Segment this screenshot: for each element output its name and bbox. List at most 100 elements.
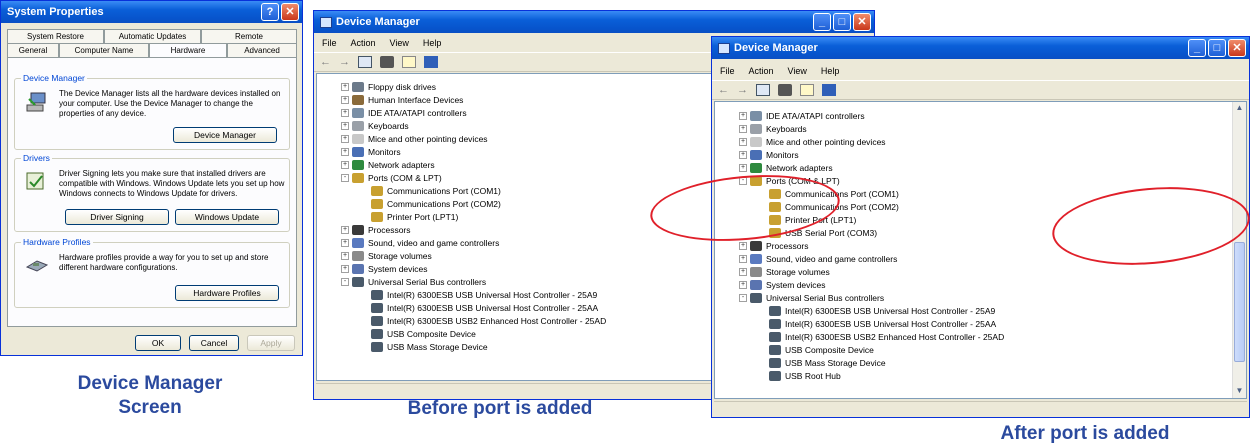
tree-row[interactable]: + Sound, video and game controllers bbox=[341, 236, 499, 249]
forward-arrow-icon[interactable]: → bbox=[339, 56, 350, 68]
tree-row[interactable]: + Monitors bbox=[341, 145, 401, 158]
collapse-icon[interactable]: - bbox=[341, 277, 349, 286]
tree-row[interactable]: + Keyboards bbox=[341, 119, 409, 132]
maximize-button[interactable]: □ bbox=[1208, 39, 1226, 57]
tree-row[interactable]: + Processors bbox=[739, 239, 809, 252]
menu-help[interactable]: Help bbox=[423, 38, 442, 48]
tree-row[interactable]: + System devices bbox=[739, 278, 826, 291]
expand-icon[interactable]: + bbox=[739, 124, 747, 133]
minimize-button[interactable]: _ bbox=[1188, 39, 1206, 57]
expand-icon[interactable]: + bbox=[739, 254, 747, 263]
tree-row[interactable]: Communications Port (COM2) bbox=[371, 197, 501, 210]
menu-action[interactable]: Action bbox=[749, 66, 774, 76]
expand-icon[interactable]: + bbox=[341, 147, 349, 156]
tree-row[interactable]: Intel(R) 6300ESB USB2 Enhanced Host Cont… bbox=[769, 330, 1004, 343]
tree-row[interactable]: Intel(R) 6300ESB USB Universal Host Cont… bbox=[769, 304, 995, 317]
back-arrow-icon[interactable]: ← bbox=[718, 84, 729, 96]
menu-view[interactable]: View bbox=[390, 38, 409, 48]
tab-automatic-updates[interactable]: Automatic Updates bbox=[104, 29, 201, 43]
driver-signing-button[interactable]: Driver Signing bbox=[65, 209, 169, 225]
tree-row[interactable]: + Monitors bbox=[739, 148, 799, 161]
close-button[interactable]: ✕ bbox=[1228, 39, 1246, 57]
tree-row[interactable]: Intel(R) 6300ESB USB2 Enhanced Host Cont… bbox=[371, 314, 606, 327]
tab-general[interactable]: General bbox=[7, 43, 59, 57]
tree-row[interactable]: + Storage volumes bbox=[739, 265, 830, 278]
tree-row[interactable]: + Network adapters bbox=[739, 161, 833, 174]
scrollbar-thumb[interactable] bbox=[1234, 242, 1245, 362]
print-icon[interactable] bbox=[778, 84, 792, 96]
expand-icon[interactable]: + bbox=[341, 95, 349, 104]
sysprops-titlebar[interactable]: System Properties ? ✕ bbox=[1, 1, 302, 23]
expand-icon[interactable]: + bbox=[341, 251, 349, 260]
dm-after-titlebar[interactable]: Device Manager _ □ ✕ bbox=[712, 37, 1249, 59]
tree-row[interactable]: + IDE ATA/ATAPI controllers bbox=[341, 106, 467, 119]
tree-row[interactable]: + Mice and other pointing devices bbox=[341, 132, 488, 145]
tab-advanced[interactable]: Advanced bbox=[227, 43, 297, 57]
tree-row[interactable]: - Ports (COM & LPT) bbox=[341, 171, 442, 184]
tree-row[interactable]: USB Mass Storage Device bbox=[769, 356, 886, 369]
maximize-button[interactable]: □ bbox=[833, 13, 851, 31]
tree-row[interactable]: Printer Port (LPT1) bbox=[371, 210, 458, 223]
dm-before-titlebar[interactable]: Device Manager _ □ ✕ bbox=[314, 11, 874, 33]
tree-row[interactable]: + Network adapters bbox=[341, 158, 435, 171]
tree-row[interactable]: Intel(R) 6300ESB USB Universal Host Cont… bbox=[371, 288, 597, 301]
menu-action[interactable]: Action bbox=[351, 38, 376, 48]
scroll-down-icon[interactable]: ▼ bbox=[1234, 386, 1245, 397]
expand-icon[interactable]: + bbox=[341, 108, 349, 117]
expand-icon[interactable]: + bbox=[341, 160, 349, 169]
tree-row[interactable]: USB Root Hub bbox=[769, 369, 841, 382]
help-button[interactable]: ? bbox=[261, 3, 279, 21]
tree-row[interactable]: - Universal Serial Bus controllers bbox=[739, 291, 884, 304]
tree-row[interactable]: USB Composite Device bbox=[769, 343, 874, 356]
tree-row[interactable]: + Floppy disk drives bbox=[341, 80, 436, 93]
tree-row[interactable]: Intel(R) 6300ESB USB Universal Host Cont… bbox=[769, 317, 996, 330]
menu-file[interactable]: File bbox=[720, 66, 735, 76]
expand-icon[interactable]: + bbox=[341, 225, 349, 234]
tree-row[interactable]: + Human Interface Devices bbox=[341, 93, 463, 106]
tree-row[interactable]: Intel(R) 6300ESB USB Universal Host Cont… bbox=[371, 301, 598, 314]
tree-row[interactable]: + Mice and other pointing devices bbox=[739, 135, 886, 148]
expand-icon[interactable]: + bbox=[341, 121, 349, 130]
properties-view-icon[interactable] bbox=[358, 56, 372, 68]
properties-view-icon[interactable] bbox=[756, 84, 770, 96]
windows-update-button[interactable]: Windows Update bbox=[175, 209, 279, 225]
collapse-icon[interactable]: - bbox=[341, 173, 349, 182]
cancel-button[interactable]: Cancel bbox=[189, 335, 239, 351]
tab-hardware[interactable]: Hardware bbox=[149, 43, 227, 57]
expand-icon[interactable]: + bbox=[739, 163, 747, 172]
close-button[interactable]: ✕ bbox=[281, 3, 299, 21]
tree-row[interactable]: Communications Port (COM1) bbox=[371, 184, 501, 197]
expand-icon[interactable]: + bbox=[341, 82, 349, 91]
tree-row[interactable]: - Universal Serial Bus controllers bbox=[341, 275, 486, 288]
device-manager-button[interactable]: Device Manager bbox=[173, 127, 277, 143]
tree-row[interactable]: + Keyboards bbox=[739, 122, 807, 135]
close-button[interactable]: ✕ bbox=[853, 13, 871, 31]
menu-file[interactable]: File bbox=[322, 38, 337, 48]
expand-icon[interactable]: + bbox=[341, 238, 349, 247]
tree-row[interactable]: + System devices bbox=[341, 262, 428, 275]
expand-icon[interactable]: + bbox=[739, 150, 747, 159]
tree-row[interactable]: + Storage volumes bbox=[341, 249, 432, 262]
expand-icon[interactable]: + bbox=[739, 267, 747, 276]
collapse-icon[interactable]: - bbox=[739, 293, 747, 302]
back-arrow-icon[interactable]: ← bbox=[320, 56, 331, 68]
print-icon[interactable] bbox=[380, 56, 394, 68]
minimize-button[interactable]: _ bbox=[813, 13, 831, 31]
tree-row[interactable]: + IDE ATA/ATAPI controllers bbox=[739, 109, 865, 122]
tree-row[interactable]: + Sound, video and game controllers bbox=[739, 252, 897, 265]
help-doc-icon[interactable] bbox=[800, 84, 814, 96]
apply-button[interactable]: Apply bbox=[247, 335, 295, 351]
menu-help[interactable]: Help bbox=[821, 66, 840, 76]
help-doc-icon[interactable] bbox=[402, 56, 416, 68]
expand-icon[interactable]: + bbox=[739, 280, 747, 289]
tree-row[interactable]: USB Composite Device bbox=[371, 327, 476, 340]
hardware-profiles-button[interactable]: Hardware Profiles bbox=[175, 285, 279, 301]
ok-button[interactable]: OK bbox=[135, 335, 181, 351]
expand-icon[interactable]: + bbox=[739, 111, 747, 120]
menu-view[interactable]: View bbox=[788, 66, 807, 76]
scan-hardware-icon[interactable] bbox=[822, 84, 836, 96]
forward-arrow-icon[interactable]: → bbox=[737, 84, 748, 96]
scroll-up-icon[interactable]: ▲ bbox=[1234, 103, 1245, 114]
tree-row[interactable]: USB Mass Storage Device bbox=[371, 340, 488, 353]
vertical-scrollbar[interactable]: ▲ ▼ bbox=[1232, 102, 1246, 398]
